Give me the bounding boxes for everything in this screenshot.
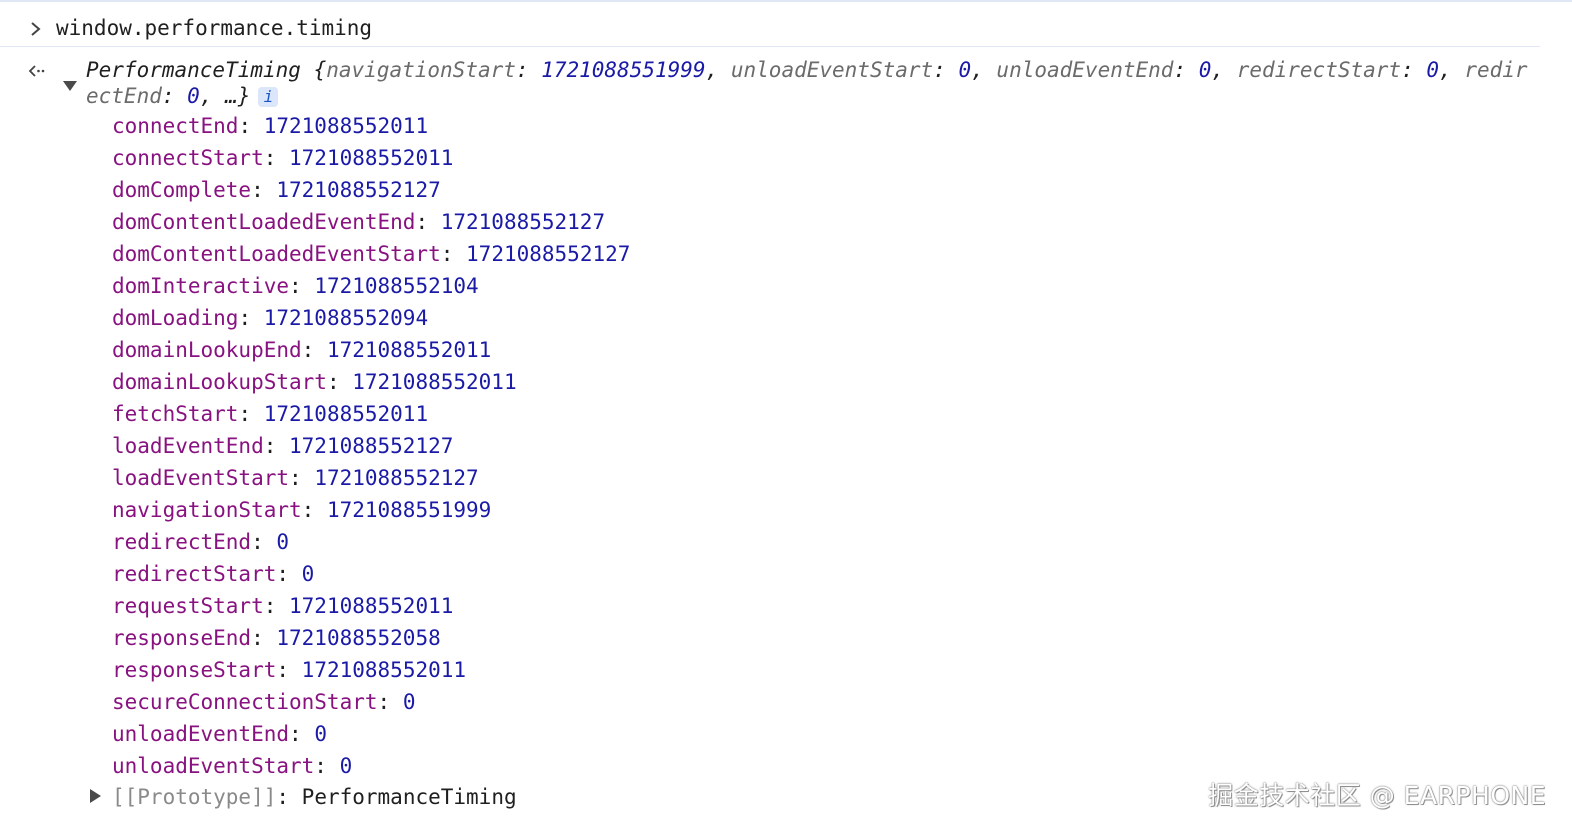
property-value: 1721088552104 <box>314 274 479 298</box>
property-row: secureConnectionStart: 0 <box>112 690 416 714</box>
prototype-row[interactable]: [[Prototype]]: PerformanceTiming <box>88 781 517 813</box>
property-key: domainLookupEnd <box>112 338 302 362</box>
property-value: 1721088552011 <box>263 402 429 426</box>
object-summary[interactable]: PerformanceTiming {navigationStart: 1721… <box>86 57 1538 109</box>
property-key: redirectStart <box>112 562 277 586</box>
property-row: loadEventEnd: 1721088552127 <box>112 434 454 458</box>
property-row: domContentLoadedEventEnd: 1721088552127 <box>112 210 606 234</box>
summary-value: 0 <box>958 58 972 82</box>
property-key: unloadEventStart <box>112 754 315 778</box>
property-row: domainLookupStart: 1721088552011 <box>112 370 517 394</box>
property-row: redirectStart: 0 <box>112 562 315 586</box>
property-key: navigationStart <box>112 498 302 522</box>
property-key: domContentLoadedEventEnd <box>112 210 416 234</box>
summary-ellipsis: …} <box>225 84 251 108</box>
property-key: domInteractive <box>112 274 290 298</box>
summary-key: unloadEventEnd <box>996 58 1174 82</box>
property-value: 1721088552058 <box>276 626 441 650</box>
property-row: redirectEnd: 0 <box>112 530 290 554</box>
property-value: 0 <box>314 722 327 746</box>
property-key: domComplete <box>112 178 252 202</box>
property-value: 1721088552127 <box>314 466 479 490</box>
property-key: secureConnectionStart <box>112 690 378 714</box>
property-row: unloadEventEnd: 0 <box>112 722 327 746</box>
property-row: domLoading: 1721088552094 <box>112 306 429 330</box>
summary-class-name: PerformanceTiming <box>86 58 301 82</box>
summary-value: 0 <box>1198 58 1212 82</box>
property-value: 0 <box>276 530 290 554</box>
property-value: 1721088552094 <box>263 306 429 330</box>
property-value: 1721088552011 <box>263 114 429 138</box>
property-row: responseEnd: 1721088552058 <box>112 626 441 650</box>
prototype-value: PerformanceTiming <box>301 785 517 809</box>
property-key: redirectEnd <box>112 530 252 554</box>
property-value: 1721088552127 <box>440 210 606 234</box>
property-key: loadEventStart <box>112 466 290 490</box>
property-key: responseEnd <box>112 626 252 650</box>
watermark: 掘金技术社区 @ EARPHONE <box>1208 781 1546 810</box>
info-icon[interactable]: i <box>258 87 279 107</box>
property-row: domainLookupEnd: 1721088552011 <box>112 338 492 362</box>
property-value: 1721088552011 <box>289 146 454 170</box>
property-key: unloadEventEnd <box>112 722 290 746</box>
summary-key: redirectStart <box>1236 58 1402 82</box>
summary-key: navigationStart <box>326 58 516 82</box>
property-value: 0 <box>339 754 353 778</box>
property-value: 1721088552127 <box>466 242 631 266</box>
chevron-right-icon <box>31 22 41 36</box>
summary-open-brace: { <box>313 58 327 82</box>
triangle-down-icon[interactable] <box>62 79 78 93</box>
summary-value: 0 <box>187 84 200 108</box>
property-row: fetchStart: 1721088552011 <box>112 402 429 426</box>
property-value: 1721088552011 <box>301 658 467 682</box>
top-divider <box>0 0 1572 2</box>
property-key: responseStart <box>112 658 277 682</box>
property-value: 1721088552127 <box>276 178 441 202</box>
property-row: domComplete: 1721088552127 <box>112 178 441 202</box>
property-row: domContentLoadedEventStart: 172108855212… <box>112 242 631 266</box>
property-list: connectEnd: 1721088552011 connectStart: … <box>112 110 630 782</box>
property-key: fetchStart <box>112 402 239 426</box>
property-value: 0 <box>402 690 416 714</box>
property-key: domainLookupStart <box>112 370 327 394</box>
property-row: unloadEventStart: 0 <box>112 754 353 778</box>
property-row: requestStart: 1721088552011 <box>112 594 454 618</box>
prototype-key: [[Prototype]] <box>112 785 277 809</box>
property-row: responseStart: 1721088552011 <box>112 658 467 682</box>
property-value: 1721088551999 <box>326 498 492 522</box>
summary-key: unloadEventStart <box>730 58 934 82</box>
property-value: 1721088552127 <box>289 434 454 458</box>
property-key: domLoading <box>112 306 239 330</box>
property-key: domContentLoadedEventStart <box>112 242 441 266</box>
summary-value: 1721088551999 <box>541 58 706 82</box>
property-row: domInteractive: 1721088552104 <box>112 274 479 298</box>
property-value: 0 <box>301 562 315 586</box>
console-input-text: window.performance.timing <box>56 16 373 40</box>
property-row: loadEventStart: 1721088552127 <box>112 466 479 490</box>
property-row: navigationStart: 1721088551999 <box>112 498 492 522</box>
summary-value: 0 <box>1426 58 1440 82</box>
property-value: 1721088552011 <box>326 338 492 362</box>
property-value: 1721088552011 <box>352 370 517 394</box>
property-key: requestStart <box>112 594 264 618</box>
triangle-right-icon[interactable] <box>88 788 102 804</box>
property-row: connectEnd: 1721088552011 <box>112 114 429 138</box>
return-arrow-icon <box>28 65 45 77</box>
property-value: 1721088552011 <box>289 594 454 618</box>
property-key: connectEnd <box>112 114 239 138</box>
property-row: connectStart: 1721088552011 <box>112 146 454 170</box>
property-key: connectStart <box>112 146 264 170</box>
console-input-row[interactable]: window.performance.timing <box>0 12 1540 47</box>
property-key: loadEventEnd <box>112 434 264 458</box>
